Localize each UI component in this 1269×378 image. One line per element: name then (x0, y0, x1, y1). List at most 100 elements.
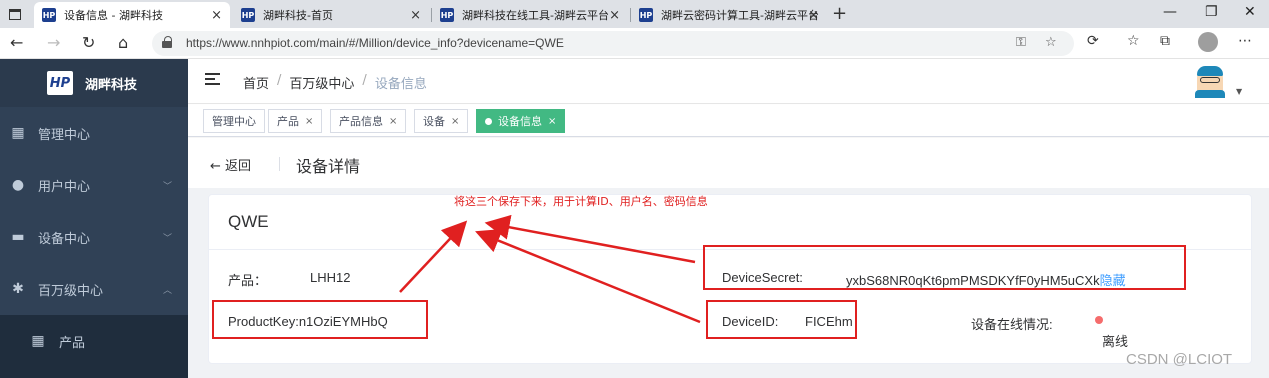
online-status-label: 设备在线情况: (971, 317, 1053, 332)
breadcrumb-home[interactable]: 首页 (243, 73, 269, 92)
table-icon: ▦ (31, 333, 45, 349)
divider (279, 157, 280, 171)
caret-down-icon[interactable]: ▼ (1236, 87, 1242, 96)
new-tab-button[interactable]: + (832, 3, 847, 24)
tag-device-info[interactable]: 设备信息 × (476, 109, 566, 133)
tag-management[interactable]: 管理中心 (203, 109, 265, 133)
breadcrumb: 首页 / 百万级中心 / 设备信息 (243, 73, 427, 92)
logo[interactable]: HP 湖畔科技 (0, 59, 188, 107)
tab-title: 湖畔云密码计算工具-湖畔云平台 (661, 9, 819, 22)
breadcrumb-current: 设备信息 (374, 77, 427, 92)
breadcrumb-separator: / (362, 73, 367, 88)
more-menu-icon[interactable]: ⋯ (1238, 33, 1252, 49)
online-status-value: 离线 (1102, 334, 1129, 349)
site-favicon-icon: HP (440, 8, 454, 22)
chevron-up-icon: ︿ (162, 285, 172, 296)
site-favicon-icon: HP (639, 8, 653, 22)
tab-close-icon[interactable]: × (410, 8, 421, 23)
tab-close-icon[interactable]: × (211, 8, 222, 23)
sidebar-item-product[interactable]: ▦ 产品 (0, 315, 188, 367)
sidebar-item-label: 用户中心 (38, 179, 91, 195)
active-dot-icon (485, 117, 492, 125)
monitor-icon: ▬ (11, 229, 25, 245)
sidebar-item-label: 设备中心 (38, 231, 91, 247)
collections-icon[interactable]: ⧉ (1160, 33, 1170, 49)
tag-label: 产品信息 (339, 115, 383, 128)
site-favicon-icon: HP (42, 8, 56, 22)
tab-title: 湖畔科技在线工具-湖畔云平台 (462, 9, 609, 22)
annotation-box-productkey (212, 300, 428, 339)
site-favicon-icon: HP (241, 8, 255, 22)
tag-close-icon[interactable]: × (305, 116, 313, 127)
tag-label: 管理中心 (212, 115, 256, 128)
window-menu-icon[interactable] (0, 0, 30, 28)
sidebar-item-label: 百万级中心 (38, 283, 104, 299)
url-text[interactable]: https://www.nnhpiot.com/main/#/Million/d… (186, 36, 564, 50)
tag-label: 产品 (277, 115, 299, 128)
card-header: QWE (209, 195, 1251, 250)
sidebar-item-users[interactable]: ● 用户中心 ﹀ (0, 159, 188, 211)
minimize-button[interactable]: — (1163, 4, 1177, 20)
logo-text: 湖畔科技 (85, 77, 138, 93)
tag-close-icon[interactable]: × (548, 116, 556, 127)
tag-product-info[interactable]: 产品信息 × (330, 109, 407, 133)
sidebar-item-million[interactable]: ✱ 百万级中心 ︿ (0, 263, 188, 315)
page-title: 设备详情 (296, 157, 361, 176)
user-avatar[interactable] (1193, 64, 1227, 98)
page-header: ← 返回 设备详情 (188, 138, 1269, 188)
profile-avatar-icon[interactable] (1198, 32, 1218, 52)
forward-arrow-icon[interactable]: → (47, 33, 60, 52)
tab-title: 设备信息 - 湖畔科技 (64, 9, 163, 22)
tag-label: 设备信息 (498, 115, 542, 128)
browser-tab-active[interactable]: HP 设备信息 - 湖畔科技 × (34, 2, 230, 28)
sidebar-item-label: 管理中心 (38, 127, 91, 143)
device-name: QWE (228, 212, 269, 231)
back-button[interactable]: ← 返回 (210, 155, 251, 174)
tag-close-icon[interactable]: × (389, 116, 397, 127)
hamburger-menu-icon[interactable] (205, 73, 220, 86)
home-icon[interactable]: ⌂ (118, 33, 128, 52)
annotation-box-devicesecret (703, 245, 1186, 290)
close-window-button[interactable]: ✕ (1244, 4, 1256, 20)
tab-close-icon[interactable]: × (609, 8, 620, 23)
grid-icon: ▦ (11, 125, 25, 141)
browser-tab-strip: HP 设备信息 - 湖畔科技 × HP 湖畔科技-首页 × HP 湖畔科技在线工… (0, 0, 1269, 28)
address-bar[interactable]: https://www.nnhpiot.com/main/#/Million/d… (152, 31, 1074, 56)
sidebar-item-next[interactable] (0, 367, 188, 378)
key-icon[interactable]: ⚿ (1016, 35, 1026, 50)
sidebar-item-label: 产品 (59, 335, 86, 351)
sidebar-item-management[interactable]: ▦ 管理中心 (0, 107, 188, 159)
gear-icon: ✱ (12, 281, 24, 297)
tag-label: 设备 (423, 115, 445, 128)
extensions-icon[interactable]: ⟳ (1087, 33, 1099, 49)
reload-icon[interactable]: ↻ (82, 33, 95, 52)
browser-tab[interactable]: HP 湖畔科技-首页 × (233, 2, 429, 28)
status-dot (1095, 316, 1103, 324)
annotation-note: 将这三个保存下来，用于计算ID、用户名、密码信息 (454, 195, 708, 208)
tab-close-icon[interactable]: × (808, 8, 819, 23)
tag-device[interactable]: 设备 × (414, 109, 469, 133)
chevron-down-icon: ﹀ (162, 181, 172, 192)
back-arrow-icon[interactable]: ← (10, 33, 23, 52)
tag-close-icon[interactable]: × (451, 116, 459, 127)
tag-product[interactable]: 产品 × (268, 109, 323, 133)
maximize-button[interactable]: ❐ (1205, 4, 1218, 20)
favorites-icon[interactable]: ☆ (1127, 33, 1140, 49)
user-icon: ● (11, 177, 25, 193)
sidebar: HP 湖畔科技 ▦ 管理中心 ● 用户中心 ﹀ ▬ 设备中心 ﹀ ✱ 百万级中心… (0, 59, 188, 378)
favorite-star-icon[interactable]: ☆ (1045, 35, 1057, 50)
watermark: CSDN @LCIOT (1126, 351, 1233, 368)
app-header: 首页 / 百万级中心 / 设备信息 ▼ (188, 59, 1269, 104)
browser-tab[interactable]: HP 湖畔云密码计算工具-湖畔云平台 × (631, 2, 827, 28)
tab-title: 湖畔科技-首页 (263, 9, 333, 22)
browser-tab[interactable]: HP 湖畔科技在线工具-湖畔云平台 × (432, 2, 628, 28)
lock-icon[interactable] (162, 36, 172, 48)
browser-toolbar: ← → ↻ ⌂ https://www.nnhpiot.com/main/#/M… (0, 28, 1269, 59)
breadcrumb-million[interactable]: 百万级中心 (289, 73, 354, 92)
chevron-down-icon: ﹀ (162, 233, 172, 244)
product-value: LHH12 (310, 270, 351, 285)
annotation-box-deviceid (706, 300, 857, 339)
breadcrumb-separator: / (277, 73, 282, 88)
tags-view: 管理中心 产品 × 产品信息 × 设备 × 设备信息 × (188, 105, 1269, 137)
sidebar-item-devices[interactable]: ▬ 设备中心 ﹀ (0, 211, 188, 263)
